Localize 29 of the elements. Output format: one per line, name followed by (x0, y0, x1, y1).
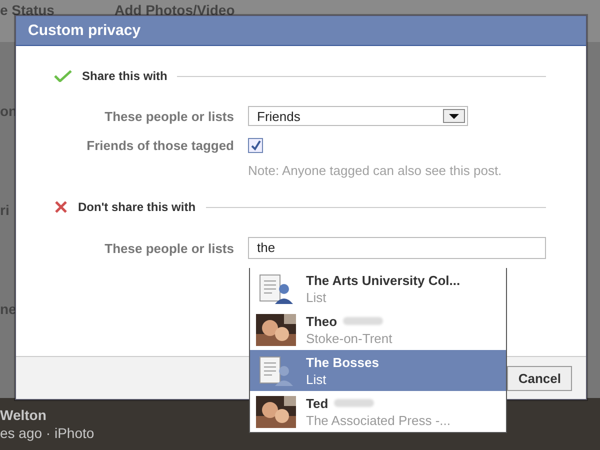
blurred-text (343, 317, 384, 325)
suggestion-detail: List (306, 372, 328, 386)
section-heading: Share this with (82, 69, 168, 83)
caret-icon (443, 109, 465, 123)
suggestion-detail: The Associated Press -... (306, 412, 451, 428)
suggestion-detail: Stoke-on-Trent (306, 330, 392, 346)
checkbox[interactable] (248, 138, 263, 153)
dialog-title: Custom privacy (16, 16, 586, 46)
note-text: Note: Anyone tagged can also see this post. (248, 163, 503, 179)
suggestion-name: The Arts University Col... (306, 272, 460, 288)
blurred-text (334, 399, 374, 407)
field-label: These people or lists (104, 240, 234, 256)
cross-icon (54, 201, 68, 213)
section-heading: Don't share this with (78, 200, 196, 214)
background-text: Add Photos/Video (114, 2, 235, 18)
background-text: Welton (0, 407, 46, 423)
cancel-button[interactable]: Cancel (507, 366, 572, 390)
field-label: Friends of those tagged (86, 138, 234, 153)
suggestion-name: Ted (306, 396, 328, 410)
people-input[interactable]: the (248, 237, 546, 259)
suggestion-name: Theo (306, 314, 338, 328)
audience-select[interactable]: Friends (248, 106, 468, 126)
suggestion-item[interactable]: The Bosses List (250, 350, 506, 391)
background-text: e Status (0, 2, 54, 18)
background-text: es ago · iPhoto (0, 425, 94, 441)
field-label: These people or lists (104, 108, 234, 124)
check-icon (54, 70, 72, 82)
suggestion-name: The Bosses (306, 354, 379, 370)
suggestion-detail: List (306, 290, 328, 304)
